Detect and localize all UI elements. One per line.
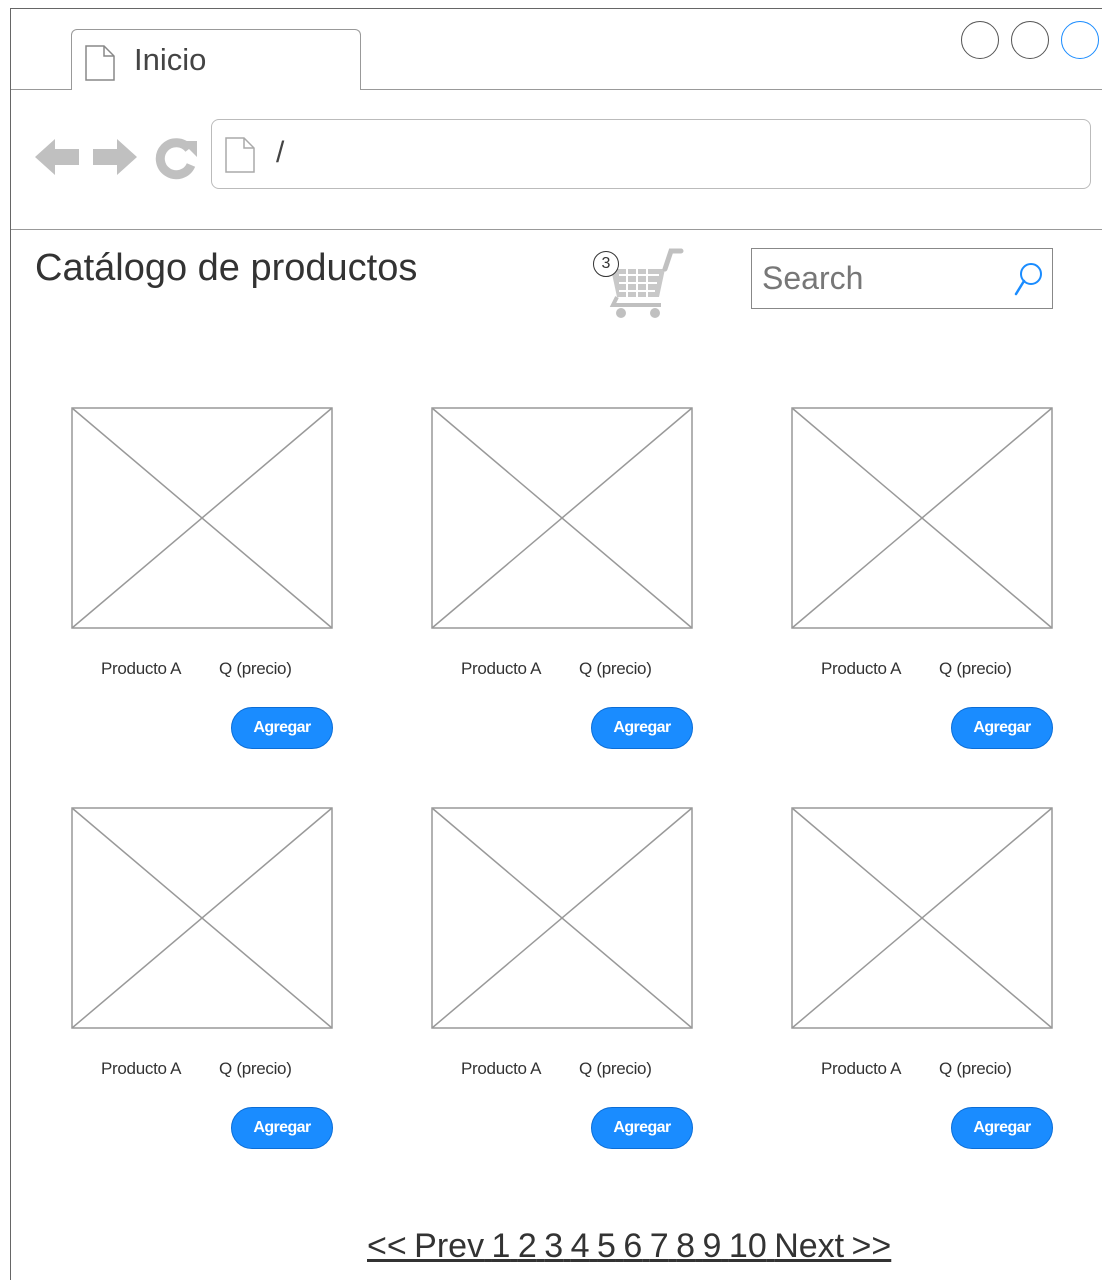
product-card: Producto A Q (precio) Agregar	[791, 807, 1053, 1152]
pagination: << Prev 1 2 3 4 5 6 7 8 9 10 Next >>	[367, 1227, 891, 1266]
product-price: Q (precio)	[219, 1059, 292, 1078]
product-name: Producto A	[461, 1059, 542, 1078]
image-placeholder-icon	[71, 407, 333, 629]
product-name: Producto A	[821, 1059, 902, 1078]
product-card: Producto A Q (precio) Agregar	[71, 407, 333, 752]
pagination-page-link[interactable]: 3	[544, 1227, 563, 1265]
add-to-cart-button[interactable]: Agregar	[231, 707, 333, 749]
product-name: Producto A	[821, 659, 902, 678]
product-card: Producto A Q (precio) Agregar	[71, 807, 333, 1152]
image-placeholder-icon	[791, 807, 1053, 1029]
product-price: Q (precio)	[939, 1059, 1012, 1078]
address-bar[interactable]: /	[211, 119, 1091, 189]
product-name: Producto A	[461, 659, 542, 678]
tab-inicio[interactable]: Inicio	[71, 29, 361, 90]
pagination-page-link[interactable]: 5	[597, 1227, 616, 1265]
image-placeholder-icon	[71, 807, 333, 1029]
reload-icon[interactable]	[153, 135, 199, 181]
add-to-cart-button[interactable]: Agregar	[951, 707, 1053, 749]
pagination-prev-link[interactable]: << Prev	[367, 1227, 484, 1265]
pagination-page-link[interactable]: 6	[623, 1227, 642, 1265]
window-maximize-button[interactable]	[1011, 21, 1049, 59]
pagination-page-link[interactable]: 10	[729, 1227, 767, 1265]
pagination-page-link[interactable]: 7	[650, 1227, 669, 1265]
cart-count-badge: 3	[593, 251, 619, 277]
product-name: Producto A	[101, 659, 182, 678]
add-to-cart-button[interactable]: Agregar	[231, 1107, 333, 1149]
navigation-bar: /	[11, 89, 1102, 230]
image-placeholder-icon	[431, 407, 693, 629]
document-icon	[225, 137, 255, 173]
image-placeholder-icon	[791, 407, 1053, 629]
browser-window: Inicio / Catálogo de productos 3 Search …	[10, 8, 1102, 1280]
document-icon	[85, 45, 115, 81]
product-card: Producto A Q (precio) Agregar	[431, 807, 693, 1152]
search-box	[751, 248, 1053, 309]
window-close-button[interactable]	[1061, 21, 1099, 59]
tab-bar: Inicio	[11, 9, 1102, 90]
pagination-page-link[interactable]: 8	[676, 1227, 695, 1265]
product-price: Q (precio)	[579, 1059, 652, 1078]
search-input[interactable]	[752, 249, 1002, 308]
product-card: Producto A Q (precio) Agregar	[791, 407, 1053, 752]
product-price: Q (precio)	[579, 659, 652, 678]
shopping-cart[interactable]: 3	[589, 247, 685, 323]
back-arrow-icon[interactable]	[33, 135, 81, 179]
forward-arrow-icon[interactable]	[91, 135, 139, 179]
product-card: Producto A Q (precio) Agregar	[431, 407, 693, 752]
tab-label: Inicio	[134, 42, 207, 77]
pagination-page-link[interactable]: 4	[571, 1227, 590, 1265]
pagination-page-link[interactable]: 2	[518, 1227, 537, 1265]
pagination-next-link[interactable]: Next >>	[774, 1227, 891, 1265]
product-price: Q (precio)	[219, 659, 292, 678]
image-placeholder-icon	[431, 807, 693, 1029]
address-text: /	[276, 136, 285, 169]
add-to-cart-button[interactable]: Agregar	[951, 1107, 1053, 1149]
product-name: Producto A	[101, 1059, 182, 1078]
pagination-page-link[interactable]: 9	[703, 1227, 722, 1265]
window-minimize-button[interactable]	[961, 21, 999, 59]
add-to-cart-button[interactable]: Agregar	[591, 1107, 693, 1149]
page-title: Catálogo de productos	[35, 247, 418, 289]
search-icon[interactable]	[1014, 261, 1044, 297]
add-to-cart-button[interactable]: Agregar	[591, 707, 693, 749]
product-price: Q (precio)	[939, 659, 1012, 678]
pagination-page-link[interactable]: 1	[492, 1227, 511, 1265]
